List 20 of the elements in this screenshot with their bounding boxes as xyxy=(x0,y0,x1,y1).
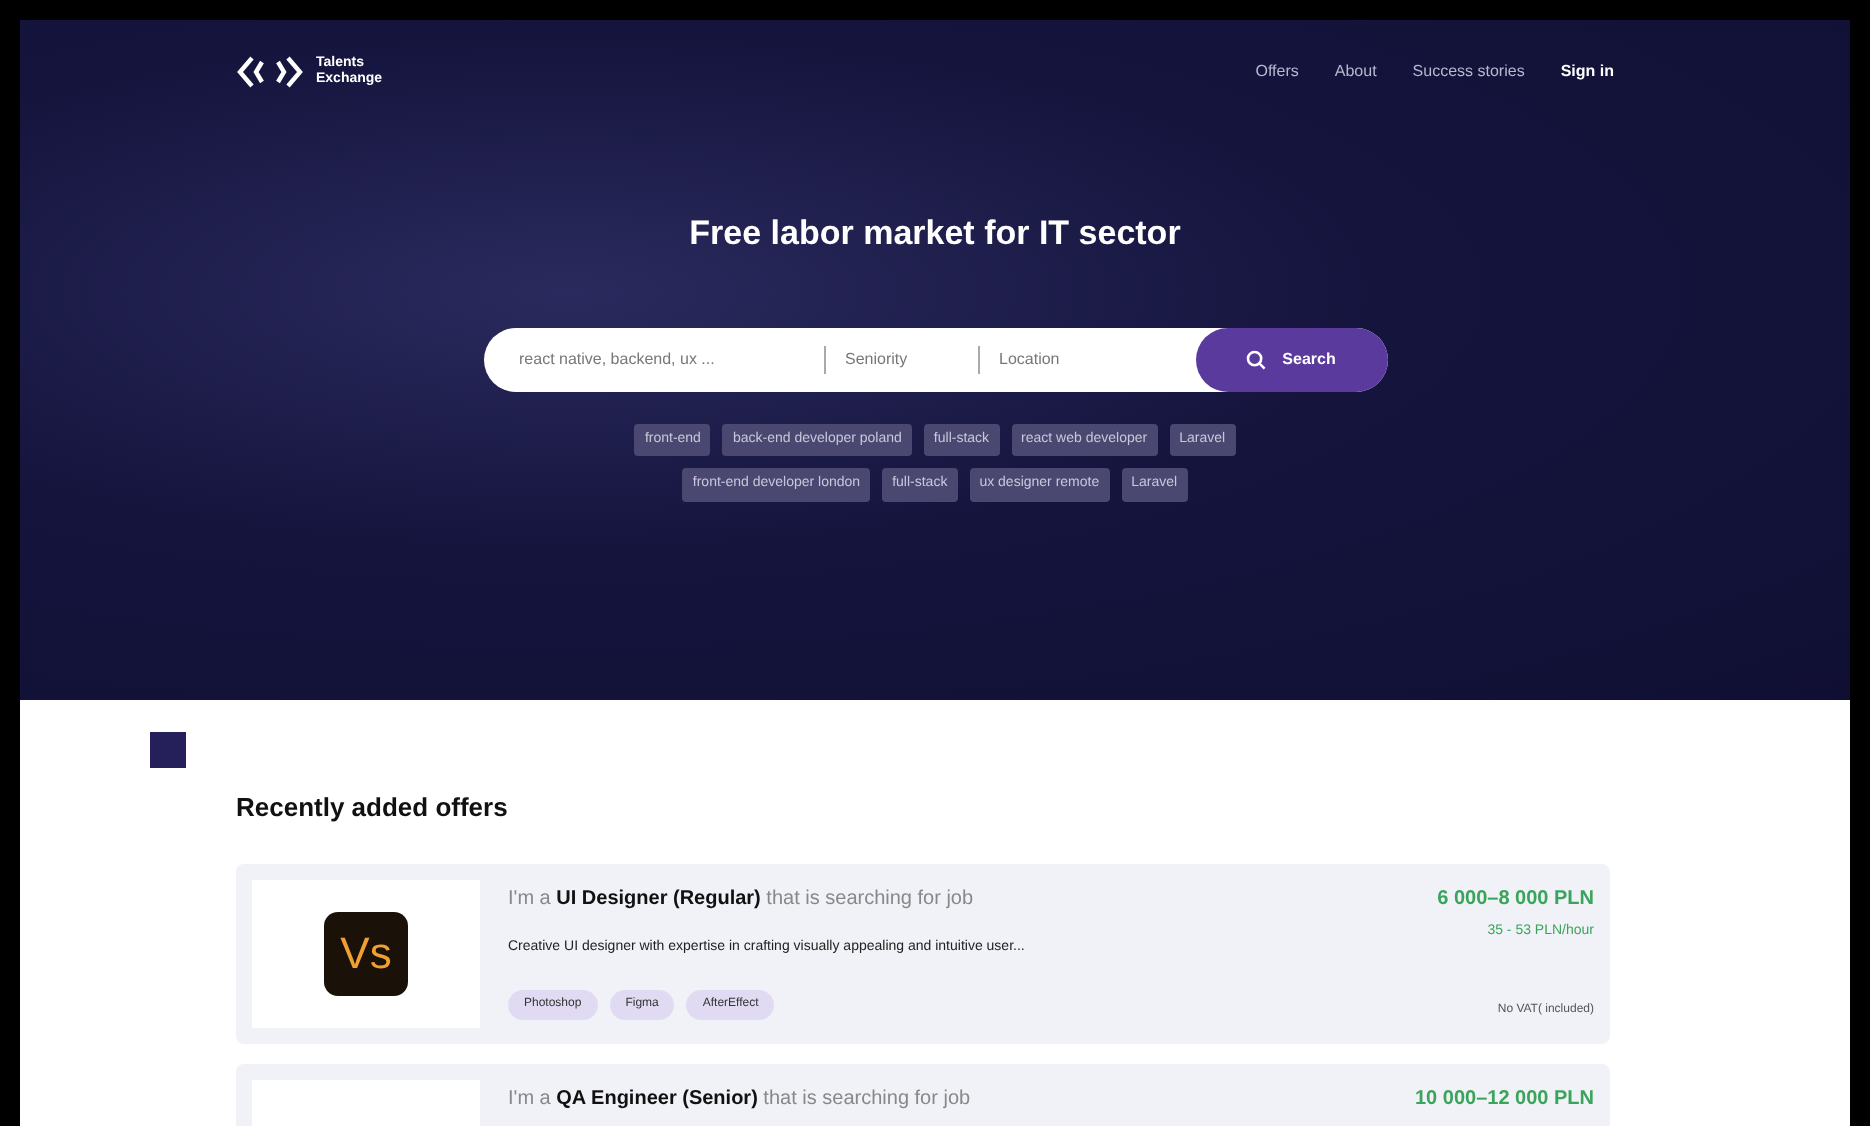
keywords-field[interactable]: react native, backend, ux ... xyxy=(483,347,823,371)
nav-link[interactable]: Offers xyxy=(1255,60,1299,84)
offer-heading: I'm a QA Engineer (Senior) that is searching for job xyxy=(508,1085,973,1113)
offer-card[interactable]: I'm a QA Engineer (Senior) that is searching for job 10 000–12 000 PLN xyxy=(236,1063,1610,1126)
location-field[interactable]: Location xyxy=(979,347,1195,371)
offer-heading: I'm a UI Designer (Regular) that is searching for job xyxy=(508,885,976,913)
hero-title: Free labor market for IT sector xyxy=(687,212,1183,256)
salary-range: 6 000–8 000 PLN xyxy=(1437,885,1594,913)
search-icon xyxy=(1246,349,1267,369)
nav-link[interactable]: About xyxy=(1334,60,1377,84)
logo-icon xyxy=(236,52,304,92)
app-logo: Vs xyxy=(324,911,408,995)
seniority-field[interactable]: Seniority xyxy=(825,347,977,371)
square-icon xyxy=(150,732,186,768)
nav-link[interactable]: Success stories xyxy=(1412,60,1525,84)
salary-range: 10 000–12 000 PLN xyxy=(1414,1085,1594,1113)
offer-card[interactable] xyxy=(236,863,1610,1043)
search-button[interactable]: Search xyxy=(1195,327,1387,391)
nav-link[interactable]: Sign in xyxy=(1560,60,1614,84)
section-title: Recently added offers xyxy=(236,790,510,826)
